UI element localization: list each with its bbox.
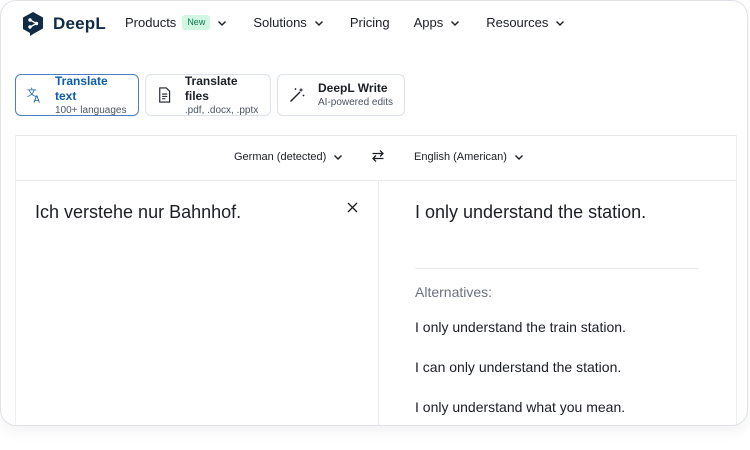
top-nav: DeepL Products New Solutions Pricing App… <box>1 1 747 47</box>
chevron-down-icon <box>451 20 460 26</box>
new-badge: New <box>182 15 211 30</box>
translate-text-subtitle: 100+ languages <box>54 104 127 116</box>
deepl-write-title: DeepL Write <box>318 81 388 95</box>
alternatives-label: Alternatives: <box>415 284 493 300</box>
magic-wand-icon <box>290 87 305 102</box>
language-bar: German (detected) English (American) <box>16 136 736 181</box>
nav-pricing-label: Pricing <box>349 15 390 30</box>
target-language-label: English (American) <box>414 151 507 163</box>
nav-solutions-label: Solutions <box>253 15 307 30</box>
nav-menu: Products New Solutions Pricing Apps Reso… <box>125 15 565 30</box>
svg-text:A: A <box>34 95 41 104</box>
nav-solutions[interactable]: Solutions <box>253 15 323 30</box>
nav-resources[interactable]: Resources <box>486 15 565 30</box>
mode-selector: 文 A Translate text 100+ languages Transl… <box>15 74 411 116</box>
chevron-down-icon <box>514 155 523 160</box>
close-icon[interactable] <box>347 202 358 213</box>
nav-products-label: Products <box>125 15 177 30</box>
chevron-down-icon <box>314 20 323 26</box>
deepl-logo[interactable]: DeepL <box>21 11 106 37</box>
translator-panel: German (detected) English (American) Ich… <box>15 135 737 425</box>
translate-text-button[interactable]: 文 A Translate text 100+ languages <box>15 74 139 116</box>
source-language-label: German (detected) <box>234 151 327 163</box>
chevron-down-icon <box>218 20 227 26</box>
source-language-select[interactable]: German (detected) <box>234 151 343 163</box>
brand-name: DeepL <box>53 14 106 33</box>
translate-text-labels: Translate text 100+ languages <box>55 74 128 117</box>
translate-icon: 文 A <box>27 87 41 104</box>
nav-resources-label: Resources <box>486 15 549 30</box>
deepl-write-button[interactable]: DeepL Write AI-powered edits <box>277 74 405 116</box>
translate-files-button[interactable]: Translate files .pdf, .docx, .pptx <box>145 74 271 116</box>
target-language-select[interactable]: English (American) <box>414 151 524 163</box>
nav-pricing[interactable]: Pricing <box>350 15 390 30</box>
file-icon <box>159 87 171 103</box>
translate-files-subtitle: .pdf, .docx, .pptx <box>184 104 259 116</box>
translation-output: I only understand the station. <box>415 202 647 222</box>
alternative-item[interactable]: I only understand the train station. <box>415 319 626 335</box>
translate-text-title: Translate text <box>54 73 108 103</box>
chevron-down-icon <box>334 155 343 160</box>
pane-divider <box>378 180 379 425</box>
source-text-input[interactable]: Ich verstehe nur Bahnhof. <box>35 202 241 223</box>
swap-languages-icon[interactable] <box>371 149 385 163</box>
deepl-write-subtitle: AI-powered edits <box>318 97 394 108</box>
app-window: DeepL Products New Solutions Pricing App… <box>0 0 748 426</box>
alternative-item[interactable]: I only understand what you mean. <box>415 399 625 415</box>
chevron-down-icon <box>556 20 565 26</box>
nav-apps-label: Apps <box>413 15 444 30</box>
deepl-logo-icon <box>23 12 43 36</box>
translate-files-labels: Translate files .pdf, .docx, .pptx <box>185 74 260 117</box>
alternative-item[interactable]: I can only understand the station. <box>415 359 621 375</box>
deepl-write-labels: DeepL Write AI-powered edits <box>318 81 393 109</box>
translate-files-title: Translate files <box>184 73 238 103</box>
nav-apps[interactable]: Apps <box>414 15 461 30</box>
nav-products[interactable]: Products New <box>125 15 227 30</box>
alternatives-divider <box>415 268 698 269</box>
